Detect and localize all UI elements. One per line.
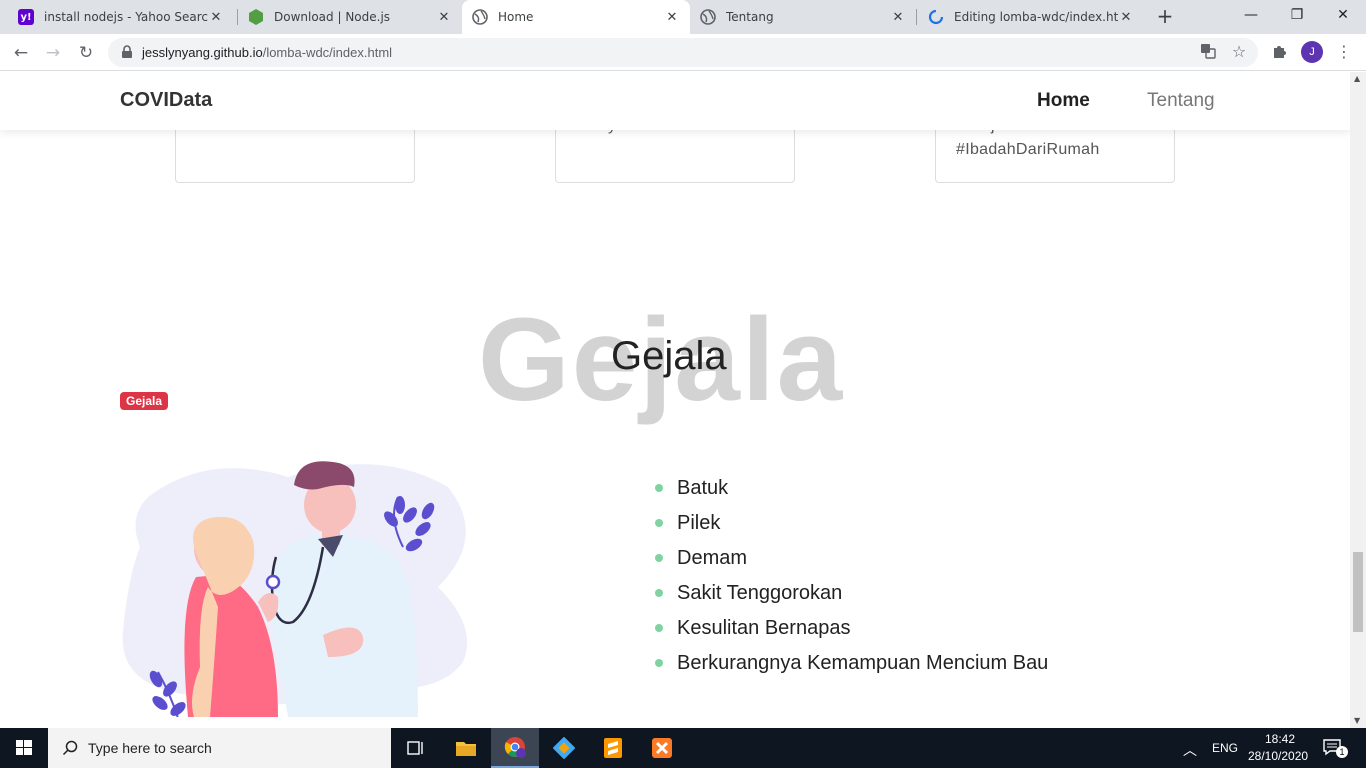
taskbar-search[interactable]: Type here to search [48, 728, 391, 768]
url-text: jesslynyang.github.io/lomba-wdc/index.ht… [142, 45, 392, 60]
new-tab-button[interactable]: + [1153, 5, 1177, 29]
list-item: Pilek [655, 510, 1048, 545]
address-bar[interactable]: jesslynyang.github.io/lomba-wdc/index.ht… [108, 38, 1258, 67]
clock-date[interactable]: 28/10/2020 [1248, 749, 1308, 763]
close-tab-icon[interactable]: ✕ [664, 10, 680, 25]
list-item: Sakit Tenggorokan [655, 580, 1048, 615]
windows-taskbar: Type here to search ︿ ENG 18:42 28/10/20… [0, 728, 1366, 768]
tab-title: install nodejs - Yahoo Search R [44, 10, 208, 24]
nodejs-icon [248, 9, 264, 25]
tab-yahoo-search[interactable]: y! install nodejs - Yahoo Search R ✕ [8, 0, 234, 34]
back-button[interactable]: ← [8, 40, 34, 66]
notification-count: 1 [1336, 746, 1348, 758]
task-view-icon [407, 741, 423, 755]
tab-title: Tentang [726, 10, 774, 24]
scrollbar-thumb[interactable] [1353, 552, 1363, 632]
section-badge: Gejala [120, 392, 169, 410]
sublime-text-icon [604, 738, 622, 758]
nav-link-tentang[interactable]: Tentang [1147, 90, 1215, 112]
chrome-button[interactable] [491, 728, 539, 768]
nav-link-home[interactable]: Home [1037, 90, 1090, 112]
tab-title: Download | Node.js [274, 10, 391, 24]
url-path: /lomba-wdc/index.html [262, 45, 393, 60]
restore-button[interactable]: ❐ [1274, 0, 1320, 30]
tab-nodejs-download[interactable]: Download | Node.js ✕ [238, 0, 462, 34]
close-tab-icon[interactable]: ✕ [1118, 10, 1134, 25]
scroll-up-icon[interactable]: ▲ [1354, 74, 1362, 83]
close-tab-icon[interactable]: ✕ [890, 10, 906, 25]
xampp-button[interactable] [638, 728, 686, 768]
search-icon [62, 740, 78, 756]
globe-icon [472, 9, 488, 25]
start-button[interactable] [0, 728, 48, 768]
loading-icon [928, 9, 944, 25]
gitkraken-icon [553, 737, 575, 759]
tab-tentang[interactable]: Tentang ✕ [690, 0, 916, 34]
site-brand[interactable]: COVIData [120, 89, 212, 112]
tray-expand-icon[interactable]: ︿ [1183, 740, 1197, 760]
translate-icon[interactable] [1199, 43, 1217, 61]
tab-home[interactable]: Home ✕ [462, 0, 690, 34]
doctor-patient-illustration [122, 461, 468, 717]
extensions-icon[interactable] [1270, 43, 1288, 61]
git-app-button[interactable] [540, 728, 588, 768]
task-view-button[interactable] [392, 728, 440, 768]
xampp-icon [652, 738, 672, 758]
browser-toolbar: ← → ↻ jesslynyang.github.io/lomba-wdc/in… [0, 34, 1366, 71]
tab-editing-index[interactable]: Editing lomba-wdc/index.html ✕ [918, 0, 1144, 34]
close-window-button[interactable]: ✕ [1320, 0, 1366, 30]
close-tab-icon[interactable]: ✕ [436, 10, 452, 25]
windows-logo-icon [16, 740, 32, 755]
folder-icon [456, 742, 476, 756]
card-text: #IbadahDariRumah [956, 141, 1100, 158]
tab-strip: y! install nodejs - Yahoo Search R ✕ Dow… [0, 0, 1366, 34]
tab-divider [916, 9, 917, 25]
profile-avatar[interactable]: J [1301, 41, 1323, 63]
symptom-list: Batuk Pilek Demam Sakit Tenggorokan Kesu… [655, 475, 1048, 685]
site-navbar: COVIData Home Tentang [0, 72, 1350, 130]
globe-icon [700, 9, 716, 25]
url-host: jesslynyang.github.io [142, 45, 263, 60]
list-item: Kesulitan Bernapas [655, 615, 1048, 650]
notification-center-button[interactable]: 1 [1322, 738, 1348, 758]
lock-icon [122, 45, 132, 58]
tab-title: Home [498, 10, 534, 24]
list-item: Demam [655, 545, 1048, 580]
minimize-button[interactable]: — [1228, 0, 1274, 30]
search-placeholder: Type here to search [88, 740, 212, 756]
language-indicator[interactable]: ENG [1212, 741, 1238, 755]
clock-time[interactable]: 18:42 [1265, 732, 1295, 746]
file-explorer-button[interactable] [442, 728, 490, 768]
list-item: Berkurangnya Kemampuan Mencium Bau [655, 650, 1048, 685]
reload-button[interactable]: ↻ [73, 40, 99, 66]
yahoo-icon: y! [18, 9, 34, 25]
page-scrollbar[interactable]: ▲ ▼ [1350, 72, 1366, 728]
scroll-down-icon[interactable]: ▼ [1354, 716, 1362, 725]
list-item: Batuk [655, 475, 1048, 510]
forward-button[interactable]: → [40, 40, 66, 66]
page-viewport: Menyentuh Benda Sekitar #KerjaDariRumah … [0, 72, 1350, 728]
chrome-icon [504, 737, 526, 758]
browser-menu-icon[interactable]: ⋮ [1336, 40, 1352, 64]
bookmark-star-icon[interactable]: ☆ [1230, 43, 1248, 61]
close-tab-icon[interactable]: ✕ [208, 10, 224, 25]
section-heading: Gejala [611, 334, 727, 378]
sublime-text-button[interactable] [589, 728, 637, 768]
tab-title: Editing lomba-wdc/index.html [954, 10, 1118, 24]
